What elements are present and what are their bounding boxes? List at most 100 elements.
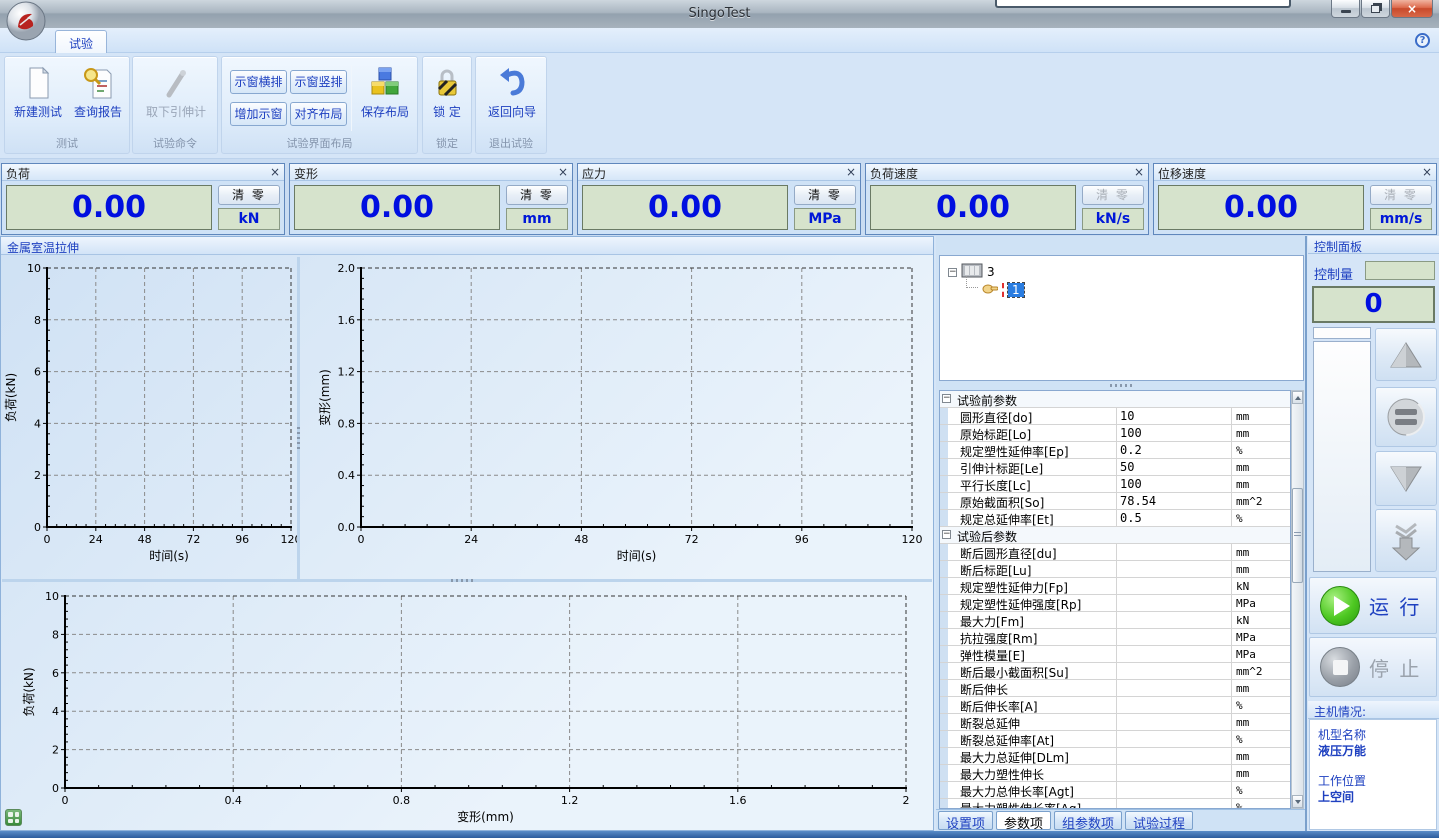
chart-vertical-splitter[interactable]	[297, 257, 300, 579]
clear-zero-button[interactable]: 清 零	[506, 185, 568, 205]
param-row[interactable]: 断后伸长 mm	[940, 680, 1290, 697]
param-row[interactable]: 断后圆形直径[du]mm	[940, 544, 1290, 561]
jog-down-button[interactable]	[1375, 451, 1437, 506]
param-row[interactable]: 最大力总伸长率[Agt]%	[940, 782, 1290, 799]
display-title: 应力	[582, 167, 606, 181]
param-row[interactable]: 断后最小截面积[Su]mm^2	[940, 663, 1290, 680]
group-separator	[351, 65, 352, 131]
lock-button[interactable]: 锁 定	[425, 63, 469, 135]
scroll-up-icon[interactable]	[1292, 391, 1303, 404]
param-row[interactable]: 平行长度[Lc]100mm	[940, 476, 1290, 493]
lock-label: 锁 定	[425, 103, 469, 120]
help-icon[interactable]: ?	[1415, 33, 1430, 48]
add-window-button[interactable]: 增加示窗	[230, 102, 287, 126]
stop-button[interactable]: 停 止	[1309, 637, 1437, 697]
scroll-thumb[interactable]	[1292, 488, 1303, 583]
speed-slider[interactable]	[1313, 341, 1371, 572]
windows-horizontal-button[interactable]: 示窗横排	[230, 70, 287, 94]
close-button[interactable]: ×	[1391, 0, 1433, 18]
param-row[interactable]: 最大力塑性伸长mm	[940, 765, 1290, 782]
splitter-grip[interactable]	[297, 427, 300, 451]
param-row[interactable]: 最大力总延伸[DLm]mm	[940, 748, 1290, 765]
restore-button[interactable]	[1361, 0, 1390, 18]
save-layout-button[interactable]: 保存布局	[355, 63, 415, 135]
param-row[interactable]: 规定塑性延伸力[Fp]kN	[940, 578, 1290, 595]
param-row[interactable]: 原始标距[Lo]100mm	[940, 425, 1290, 442]
minimize-button[interactable]	[1331, 0, 1360, 18]
param-group-row[interactable]: −试验后参数	[940, 527, 1290, 544]
svg-text:96: 96	[795, 533, 809, 546]
param-row[interactable]: 规定总延伸率[Et]0.5%	[940, 510, 1290, 527]
display-title: 负荷速度	[870, 167, 918, 181]
collapse-icon[interactable]: −	[942, 394, 951, 403]
clear-zero-button[interactable]: 清 零	[1370, 185, 1432, 205]
tree-child-label[interactable]: 1	[1008, 283, 1024, 297]
param-value-cell[interactable]: 100	[1120, 477, 1142, 491]
clear-zero-button[interactable]: 清 零	[1082, 185, 1144, 205]
param-unit: mm	[1236, 478, 1249, 491]
window-grid-icon[interactable]	[5, 809, 22, 826]
param-row[interactable]: 原始截面积[So]78.54mm^2	[940, 493, 1290, 510]
param-group-row[interactable]: −试验前参数	[940, 391, 1290, 408]
clear-zero-button[interactable]: 清 零	[794, 185, 856, 205]
display-value: 0.00	[870, 185, 1076, 230]
close-icon[interactable]: ×	[558, 165, 568, 179]
scroll-down-icon[interactable]	[1292, 795, 1303, 808]
tree-child-node[interactable]: 1	[962, 282, 1024, 297]
close-icon[interactable]: ×	[1134, 165, 1144, 179]
jog-fast-down-button[interactable]	[1375, 509, 1437, 572]
param-unit: mm	[1236, 682, 1249, 695]
close-icon[interactable]: ×	[1422, 165, 1432, 179]
param-value-cell[interactable]: 100	[1120, 426, 1142, 440]
param-value-cell[interactable]: 50	[1120, 460, 1134, 474]
display-title: 位移速度	[1158, 167, 1206, 181]
param-label: 断后伸长	[960, 681, 1008, 698]
close-icon[interactable]: ×	[270, 165, 280, 179]
jog-stop-button[interactable]	[1375, 387, 1437, 447]
param-row[interactable]: 断裂总延伸mm	[940, 714, 1290, 731]
param-row[interactable]: 断后伸长率[A]%	[940, 697, 1290, 714]
param-value-cell[interactable]: 10	[1120, 409, 1134, 423]
clear-zero-button[interactable]: 清 零	[218, 185, 280, 205]
display-unit: MPa	[794, 208, 856, 230]
param-row[interactable]: 断后标距[Lu]mm	[940, 561, 1290, 578]
param-row[interactable]: 规定塑性延伸强度[Rp]MPa	[940, 595, 1290, 612]
query-report-button[interactable]: 查询报告	[69, 63, 127, 135]
splitter-grip[interactable]	[451, 579, 475, 582]
bottom-tab[interactable]: 参数项	[996, 811, 1051, 830]
param-value-cell[interactable]: 78.54	[1120, 494, 1156, 508]
ribbon: 新建测试 查询报告 测试 取下引伸计 试验命令 示窗横排 示窗竖排 增加示窗	[0, 53, 1439, 159]
parameter-scrollbar[interactable]	[1291, 390, 1304, 809]
param-value-cell[interactable]: 0.2	[1120, 443, 1142, 457]
bottom-tab[interactable]: 试验过程	[1125, 811, 1193, 830]
param-row[interactable]: 规定塑性延伸率[Ep]0.2%	[940, 442, 1290, 459]
close-icon[interactable]: ×	[846, 165, 856, 179]
collapse-icon[interactable]: −	[942, 530, 951, 539]
return-wizard-button[interactable]: 返回向导	[482, 63, 542, 135]
param-row[interactable]: 圆形直径[do]10mm	[940, 408, 1290, 425]
param-row[interactable]: 最大力塑性伸长率[Ag]%	[940, 799, 1290, 809]
param-row[interactable]: 抗拉强度[Rm]MPa	[940, 629, 1290, 646]
svg-text:0.8: 0.8	[338, 417, 356, 430]
param-row[interactable]: 引伸计标距[Le]50mm	[940, 459, 1290, 476]
control-quantity-input[interactable]	[1365, 261, 1435, 280]
param-row[interactable]: 断裂总延伸率[At]%	[940, 731, 1290, 748]
svg-text:24: 24	[89, 533, 103, 546]
app-window: SingoTest × 试验 ? 新建测试	[0, 0, 1439, 838]
windows-vertical-button[interactable]: 示窗竖排	[290, 70, 347, 94]
new-test-button[interactable]: 新建测试	[9, 63, 67, 135]
app-logo-icon[interactable]	[6, 1, 46, 41]
remove-extensometer-button[interactable]: 取下引伸计	[137, 63, 215, 135]
jog-up-button[interactable]	[1375, 328, 1437, 381]
tree-grid-splitter[interactable]	[939, 382, 1304, 389]
param-row[interactable]: 最大力[Fm]kN	[940, 612, 1290, 629]
param-value-cell[interactable]: 0.5	[1120, 511, 1142, 525]
tree-collapse-icon[interactable]: −	[948, 268, 957, 277]
display-title: 变形	[294, 167, 318, 181]
param-row[interactable]: 弹性模量[E]MPa	[940, 646, 1290, 663]
align-layout-button[interactable]: 对齐布局	[290, 102, 347, 126]
tab-test[interactable]: 试验	[55, 30, 107, 53]
bottom-tab[interactable]: 设置项	[938, 811, 993, 830]
bottom-tab[interactable]: 组参数项	[1054, 811, 1122, 830]
run-button[interactable]: 运 行	[1309, 577, 1437, 634]
